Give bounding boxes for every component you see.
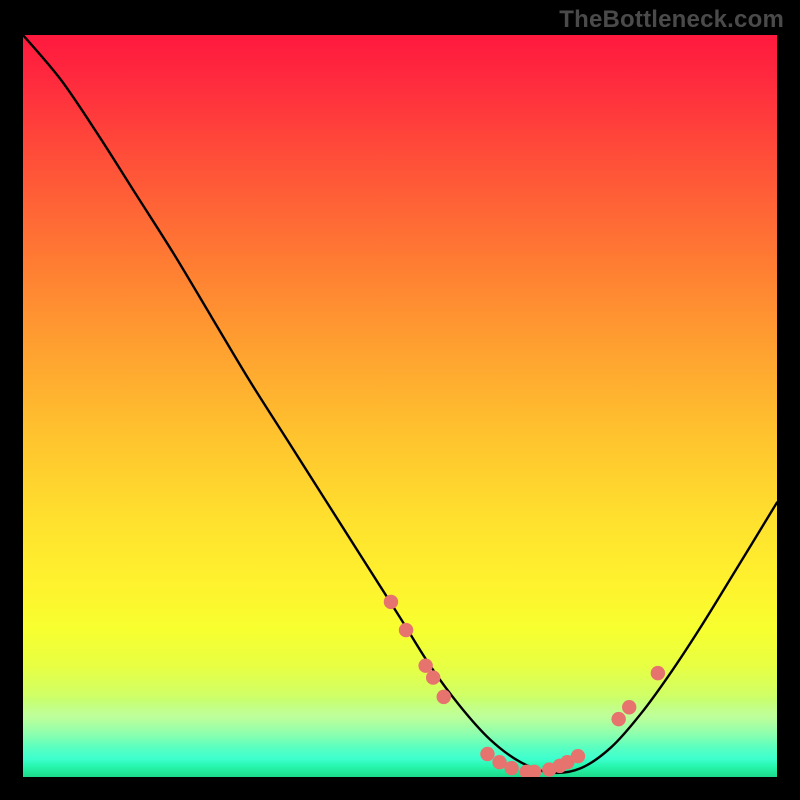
data-point bbox=[384, 595, 398, 609]
data-point bbox=[399, 623, 413, 637]
data-point bbox=[622, 700, 636, 714]
data-point bbox=[437, 690, 451, 704]
bottleneck-curve bbox=[23, 35, 777, 773]
curve-layer bbox=[23, 35, 777, 777]
data-point bbox=[480, 747, 494, 761]
data-point bbox=[426, 670, 440, 684]
watermark-text: TheBottleneck.com bbox=[559, 6, 784, 34]
data-point bbox=[651, 666, 665, 680]
data-point bbox=[504, 761, 518, 775]
data-point bbox=[611, 712, 625, 726]
chart-stage: TheBottleneck.com bbox=[0, 0, 800, 800]
data-point bbox=[571, 749, 585, 763]
data-point bbox=[418, 659, 432, 673]
curve-points bbox=[384, 595, 665, 777]
plot-area bbox=[23, 35, 777, 777]
